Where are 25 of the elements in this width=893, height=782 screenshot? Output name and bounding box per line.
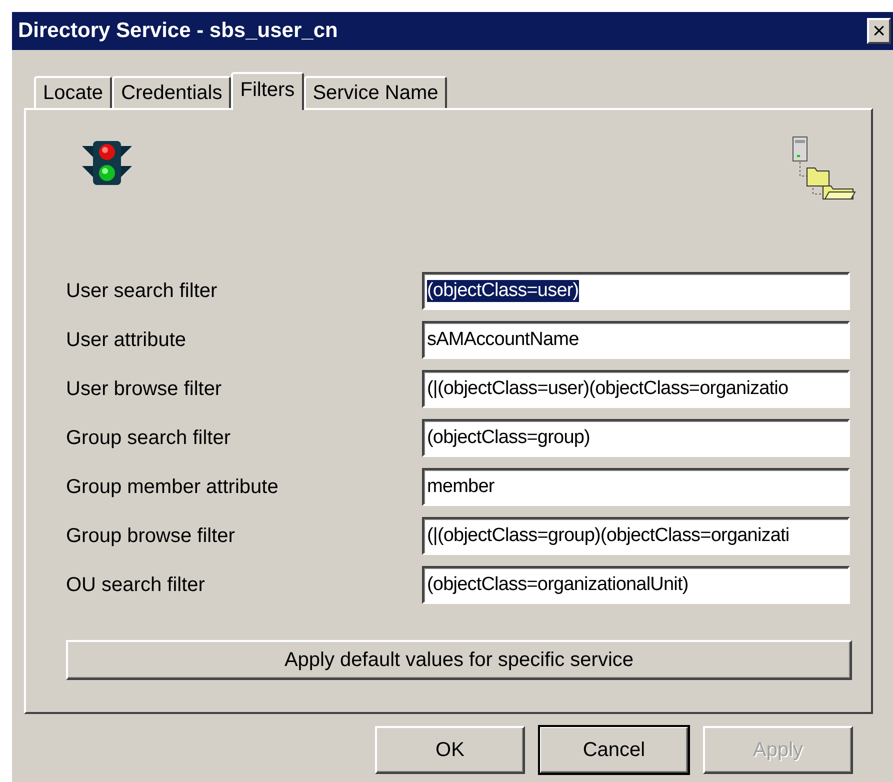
- input-field[interactable]: (objectClass=organizationalUnit): [422, 566, 850, 604]
- tab[interactable]: Locate: [34, 76, 112, 108]
- input-field[interactable]: (|(objectClass=user)(objectClass=organizatio: [422, 370, 850, 408]
- field-label: Group member attribute: [66, 476, 280, 498]
- input-field[interactable]: (objectClass=group): [422, 419, 850, 457]
- window-title: Directory Service - sbs_user_cn: [18, 19, 338, 43]
- field-label: Group search filter: [66, 426, 232, 450]
- tab[interactable]: Credentials: [112, 76, 232, 108]
- dialog-button[interactable]: OK: [375, 726, 525, 774]
- field-label: User search filter: [66, 280, 218, 302]
- server-folders-icon: [791, 136, 857, 200]
- dialog-button[interactable]: Cancel: [539, 726, 689, 774]
- field-label: Group browse filter: [66, 524, 236, 548]
- apply-defaults-button[interactable]: Apply default values for specific service: [66, 640, 852, 680]
- input-field[interactable]: member: [422, 468, 850, 506]
- input-field[interactable]: sAMAccountName: [422, 321, 850, 359]
- field-label: OU search filter: [66, 574, 206, 596]
- tab[interactable]: Service Name: [304, 76, 448, 108]
- close-button[interactable]: ×: [867, 18, 891, 44]
- field-label: User browse filter: [66, 378, 223, 400]
- tab[interactable]: Filters: [231, 72, 304, 110]
- input-field[interactable]: (objectClass=user): [422, 272, 850, 310]
- input-field[interactable]: (|(objectClass=group)(objectClass=organizati: [422, 517, 850, 555]
- field-label: User attribute: [66, 328, 188, 352]
- traffic-light-icon: [80, 140, 134, 186]
